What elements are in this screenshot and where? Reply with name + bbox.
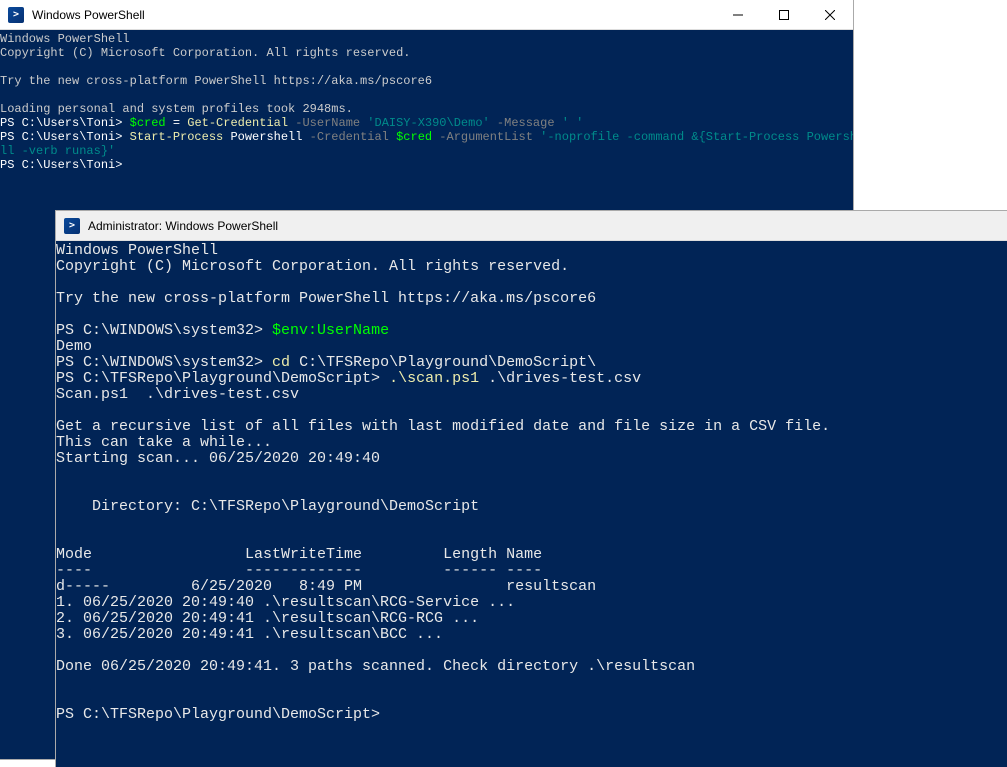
titlebar-admin[interactable]: Administrator: Windows PowerShell xyxy=(56,211,1007,241)
console-output: 1. 06/25/2020 20:49:40 .\resultscan\RCG-… xyxy=(56,594,515,611)
console-output: This can take a while... xyxy=(56,434,272,451)
token-cmdlet: cd xyxy=(272,354,290,371)
console-line: Copyright (C) Microsoft Corporation. All… xyxy=(56,258,569,275)
window-title: Windows PowerShell xyxy=(32,8,715,22)
console-line: Loading personal and system profiles too… xyxy=(0,102,353,116)
console-line: Copyright (C) Microsoft Corporation. All… xyxy=(0,46,410,60)
token-script: .\scan.ps1 xyxy=(389,370,488,387)
prompt: PS C:\Users\Toni> xyxy=(0,158,122,172)
maximize-button[interactable] xyxy=(761,0,807,30)
console-output: 3. 06/25/2020 20:49:41 .\resultscan\BCC … xyxy=(56,626,443,643)
token-variable: $cred xyxy=(396,130,432,144)
powershell-window-admin[interactable]: Administrator: Windows PowerShell Window… xyxy=(55,210,1007,767)
token-arg: Powershell xyxy=(223,130,309,144)
console-output: Get a recursive list of all files with l… xyxy=(56,418,830,435)
console-output: Demo xyxy=(56,338,92,355)
table-divider: ---- ------------- ------ ---- xyxy=(56,562,542,579)
token-parameter: -Credential xyxy=(310,130,396,144)
window-controls xyxy=(715,0,853,29)
token-env-var: $env:UserName xyxy=(272,322,389,339)
prompt: PS C:\WINDOWS\system32> xyxy=(56,322,272,339)
powershell-icon xyxy=(64,218,80,234)
console-line: Windows PowerShell xyxy=(56,242,218,259)
token-operator: = xyxy=(166,116,188,130)
table-row: d----- 6/25/2020 8:49 PM resultscan xyxy=(56,578,596,595)
token-path: C:\TFSRepo\Playground\DemoScript\ xyxy=(290,354,596,371)
console-line: Try the new cross-platform PowerShell ht… xyxy=(56,290,596,307)
console-admin[interactable]: Windows PowerShell Copyright (C) Microso… xyxy=(56,241,1007,723)
token-parameter: -ArgumentList xyxy=(432,130,540,144)
prompt: PS C:\WINDOWS\system32> xyxy=(56,354,272,371)
console-output: Done 06/25/2020 20:49:41. 3 paths scanne… xyxy=(56,658,695,675)
console-output: Starting scan... 06/25/2020 20:49:40 xyxy=(56,450,380,467)
prompt: PS C:\Users\Toni> xyxy=(0,130,130,144)
powershell-icon xyxy=(8,7,24,23)
close-button[interactable] xyxy=(807,0,853,30)
token-variable: $cred xyxy=(130,116,166,130)
prompt: PS C:\Users\Toni> xyxy=(0,116,130,130)
token-string: 'DAISY-X390\Demo' xyxy=(367,116,489,130)
prompt: PS C:\TFSRepo\Playground\DemoScript> xyxy=(56,706,380,723)
window-title: Administrator: Windows PowerShell xyxy=(88,219,1007,233)
console-user[interactable]: Windows PowerShell Copyright (C) Microso… xyxy=(0,30,853,172)
token-arg: .\drives-test.csv xyxy=(488,370,641,387)
console-line: Try the new cross-platform PowerShell ht… xyxy=(0,74,432,88)
console-output: 2. 06/25/2020 20:49:41 .\resultscan\RCG-… xyxy=(56,610,479,627)
table-header: Mode LastWriteTime Length Name xyxy=(56,546,542,563)
token-parameter: -Message xyxy=(490,116,562,130)
console-output: Directory: C:\TFSRepo\Playground\DemoScr… xyxy=(56,498,479,515)
console-line: Windows PowerShell xyxy=(0,32,130,46)
prompt: PS C:\TFSRepo\Playground\DemoScript> xyxy=(56,370,389,387)
console-output: Scan.ps1 .\drives-test.csv xyxy=(56,386,299,403)
token-string: '-noprofile -command &{Start-Process Pow… xyxy=(540,130,853,144)
token-string: ' ' xyxy=(562,116,584,130)
token-string: ll -verb runas}' xyxy=(0,144,115,158)
token-cmdlet: Get-Credential xyxy=(187,116,288,130)
token-parameter: -UserName xyxy=(288,116,367,130)
minimize-button[interactable] xyxy=(715,0,761,30)
token-cmdlet: Start-Process xyxy=(130,130,224,144)
titlebar-user[interactable]: Windows PowerShell xyxy=(0,0,853,30)
